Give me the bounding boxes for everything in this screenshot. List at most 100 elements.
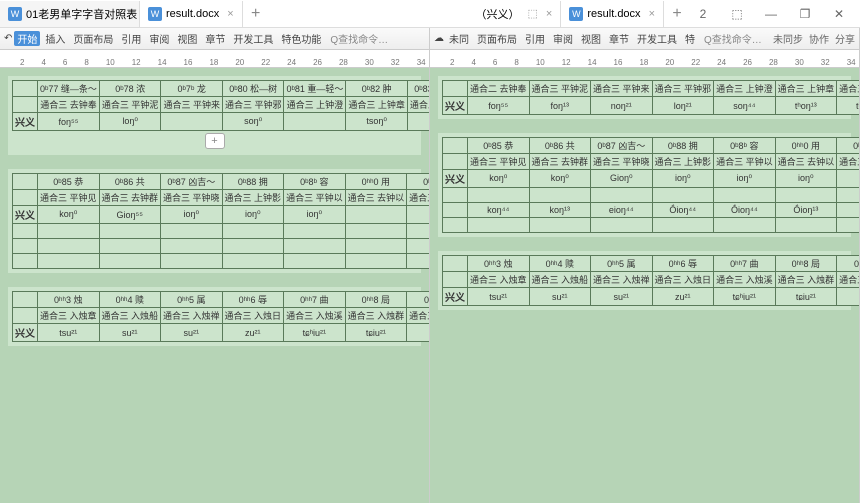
cell: 0ᵇ85 恭 — [468, 138, 530, 154]
add-row-button[interactable]: + — [205, 133, 225, 149]
ruler-left: 246810121416182022242628303234363840 — [0, 50, 429, 68]
ribbon-tab-start[interactable]: 开始 — [14, 31, 40, 46]
cell: 0ᵇ78 浓 — [99, 81, 161, 97]
cell: soŋ⁰ — [222, 113, 284, 131]
doc-area-right[interactable]: 通合二 去钟奉通合三 平钟泥通合三 平钟来通合三 平钟邪通合三 上钟澄通合三 上… — [430, 68, 859, 503]
cell: tsoŋ⁰ — [346, 113, 408, 131]
ribbon-tab-special[interactable]: 特 — [682, 31, 698, 46]
ribbon-tab-special[interactable]: 特色功能 — [278, 31, 324, 46]
tab-close-icon[interactable]: × — [227, 8, 233, 20]
cell — [443, 188, 468, 203]
ribbon-tab-insert[interactable]: 插入 — [42, 31, 68, 46]
cloud-icon[interactable]: ☁ — [434, 33, 444, 44]
cell: tɕiu²¹ — [775, 288, 837, 306]
ribbon-tab-review[interactable]: 审阅 — [146, 31, 172, 46]
cell: 通合三 平钟邪 — [652, 81, 714, 97]
doc-area-left[interactable]: 0ᵇ77 缝—条～0ᵇ78 浓0ᵇ7ᵇ 龙0ᵇ80 松—树0ᵇ81 重—轻～0ᵇ… — [0, 68, 429, 503]
tab-pin-icon[interactable]: ⬚ — [528, 7, 538, 20]
phon-table: 0ᵇ77 缝—条～0ᵇ78 浓0ᵇ7ᵇ 龙0ᵇ80 松—树0ᵇ81 重—轻～0ᵇ… — [12, 80, 429, 131]
cell — [222, 239, 284, 254]
search-box[interactable]: Q查找命令… — [330, 31, 388, 46]
new-tab-button[interactable]: + — [243, 5, 269, 23]
cell — [13, 224, 38, 239]
ribbon-tab-section[interactable]: 章节 — [202, 31, 228, 46]
cell — [13, 97, 38, 113]
cell: foŋ⁵⁵ — [38, 113, 100, 131]
cell — [837, 218, 859, 233]
cell: ioŋ⁰ — [161, 206, 223, 224]
undo-icon[interactable]: ↶ — [4, 33, 12, 44]
ribbon-tab-sync[interactable]: 未同 — [446, 31, 472, 46]
cell: koŋ⁰ — [468, 170, 530, 188]
new-tab-button[interactable]: + — [664, 5, 690, 23]
cell: Gioŋ⁰ — [591, 170, 653, 188]
cell: 通合三 去钟以 — [345, 190, 407, 206]
cell — [222, 254, 284, 269]
search-box[interactable]: Q查找命令… — [704, 31, 762, 46]
cell: 0ʰʰ3 烛 — [38, 292, 100, 308]
cell: 通合三 平钟以 — [714, 154, 776, 170]
ribbon-tab-ref[interactable]: 引用 — [522, 31, 548, 46]
cell — [284, 239, 346, 254]
share-button[interactable]: 分享 — [835, 31, 855, 46]
ribbon-tab-ref[interactable]: 引用 — [118, 31, 144, 46]
cell: 通合三 去钟以 — [775, 154, 837, 170]
cell: 0ᵇ7ᵇ 龙 — [161, 81, 223, 97]
phon-table: 通合二 去钟奉通合三 平钟泥通合三 平钟来通合三 平钟邪通合三 上钟澄通合三 上… — [442, 80, 859, 115]
cell: 0ʰʰ8 局 — [345, 292, 407, 308]
cell: 0ᵇ8ᵇ 容 — [284, 174, 346, 190]
ribbon-tab-dev[interactable]: 开发工具 — [230, 31, 276, 46]
cell: 0ᵇ82 肿 — [346, 81, 408, 97]
tab-close-icon[interactable]: × — [649, 8, 655, 20]
cell: foŋ¹³ — [529, 97, 591, 115]
doc-tab-3[interactable]: （兴义） ⬚ × — [468, 1, 562, 27]
ribbon-tab-view[interactable]: 视图 — [578, 31, 604, 46]
cell: 0ᵇ80 松—树 — [222, 81, 284, 97]
login-icon[interactable]: ⬚ — [724, 4, 750, 24]
minimize-button[interactable]: — — [758, 4, 784, 24]
ribbon-tab-review[interactable]: 审阅 — [550, 31, 576, 46]
cell: 0ᵇ86 共 — [529, 138, 591, 154]
cell: Ṍioŋ⁴⁴ — [714, 203, 776, 218]
cell — [284, 254, 346, 269]
ribbon-right: ☁ 未同 页面布局 引用 审阅 视图 章节 开发工具 特 Q查找命令… 未同步 … — [430, 28, 859, 50]
page-block: 0ʰʰ3 烛0ʰʰ4 赎0ʰʰ5 属0ʰʰ6 辱0ʰʰ7 曲0ʰʰ8 局0ʰʰᵇ… — [438, 251, 851, 310]
cell: 通合三 平钟邪 — [222, 97, 284, 113]
cell — [529, 218, 591, 233]
ribbon-tab-section[interactable]: 章节 — [606, 31, 632, 46]
cell: koŋ⁰ — [529, 170, 591, 188]
ribbon-tab-view[interactable]: 视图 — [174, 31, 200, 46]
maximize-button[interactable]: ❐ — [792, 4, 818, 24]
ribbon-tab-layout[interactable]: 页面布局 — [70, 31, 116, 46]
close-button[interactable]: ✕ — [826, 4, 852, 24]
cell: 0ᵇ83 种—树 — [407, 81, 429, 97]
tab-label: （兴义） — [476, 6, 520, 22]
cell — [13, 81, 38, 97]
cell: 通合三 上钟影 — [652, 154, 714, 170]
page-block: 0ʰʰ3 烛0ʰʰ4 赎0ʰʰ5 属0ʰʰ6 辱0ʰʰ7 曲0ʰʰ8 局0ʰʰᵇ… — [8, 287, 421, 346]
cell — [837, 170, 859, 188]
cell: Gioŋ⁵⁵ — [99, 206, 161, 224]
page-block: 通合二 去钟奉通合三 平钟泥通合三 平钟来通合三 平钟邪通合三 上钟澄通合三 上… — [438, 76, 851, 119]
phon-table: 0ᵇ85 恭0ᵇ86 共0ᵇ87 凶吉～0ᵇ88 拥0ᵇ8ᵇ 容0ʰʰ0 用0ʰ… — [442, 137, 859, 233]
doc-tab-2[interactable]: Wresult.docx× — [140, 1, 243, 27]
doc-tab-1[interactable]: W01老男单字字音对照表（兴义）⬚× — [0, 1, 140, 27]
cell: noŋ²¹ — [591, 97, 653, 115]
ribbon-tab-dev[interactable]: 开发工具 — [634, 31, 680, 46]
cell: 通合三 入烛章 — [468, 272, 530, 288]
cell: 通合三 去钟群 — [529, 154, 591, 170]
ribbon-tab-layout[interactable]: 页面布局 — [474, 31, 520, 46]
cell — [468, 188, 530, 203]
doc-tab-4[interactable]: Wresult.docx× — [561, 1, 664, 27]
sync-status[interactable]: 未同步 — [773, 31, 803, 46]
coop-button[interactable]: 协作 — [809, 31, 829, 46]
word-icon: W — [8, 7, 22, 21]
cell: 0ʰʰ1 绿 — [407, 174, 429, 190]
cell: 通合三 平钟泥 — [529, 81, 591, 97]
tab-close-icon[interactable]: × — [546, 8, 552, 20]
cell — [13, 239, 38, 254]
cell: 通合三 入烛章 — [38, 308, 100, 324]
cell: 0ᵇ88 拥 — [652, 138, 714, 154]
cell: 通合三 平钟泥 — [99, 97, 161, 113]
ribbon-left: ↶ 开始 插入 页面布局 引用 审阅 视图 章节 开发工具 特色功能 Q查找命令… — [0, 28, 429, 50]
